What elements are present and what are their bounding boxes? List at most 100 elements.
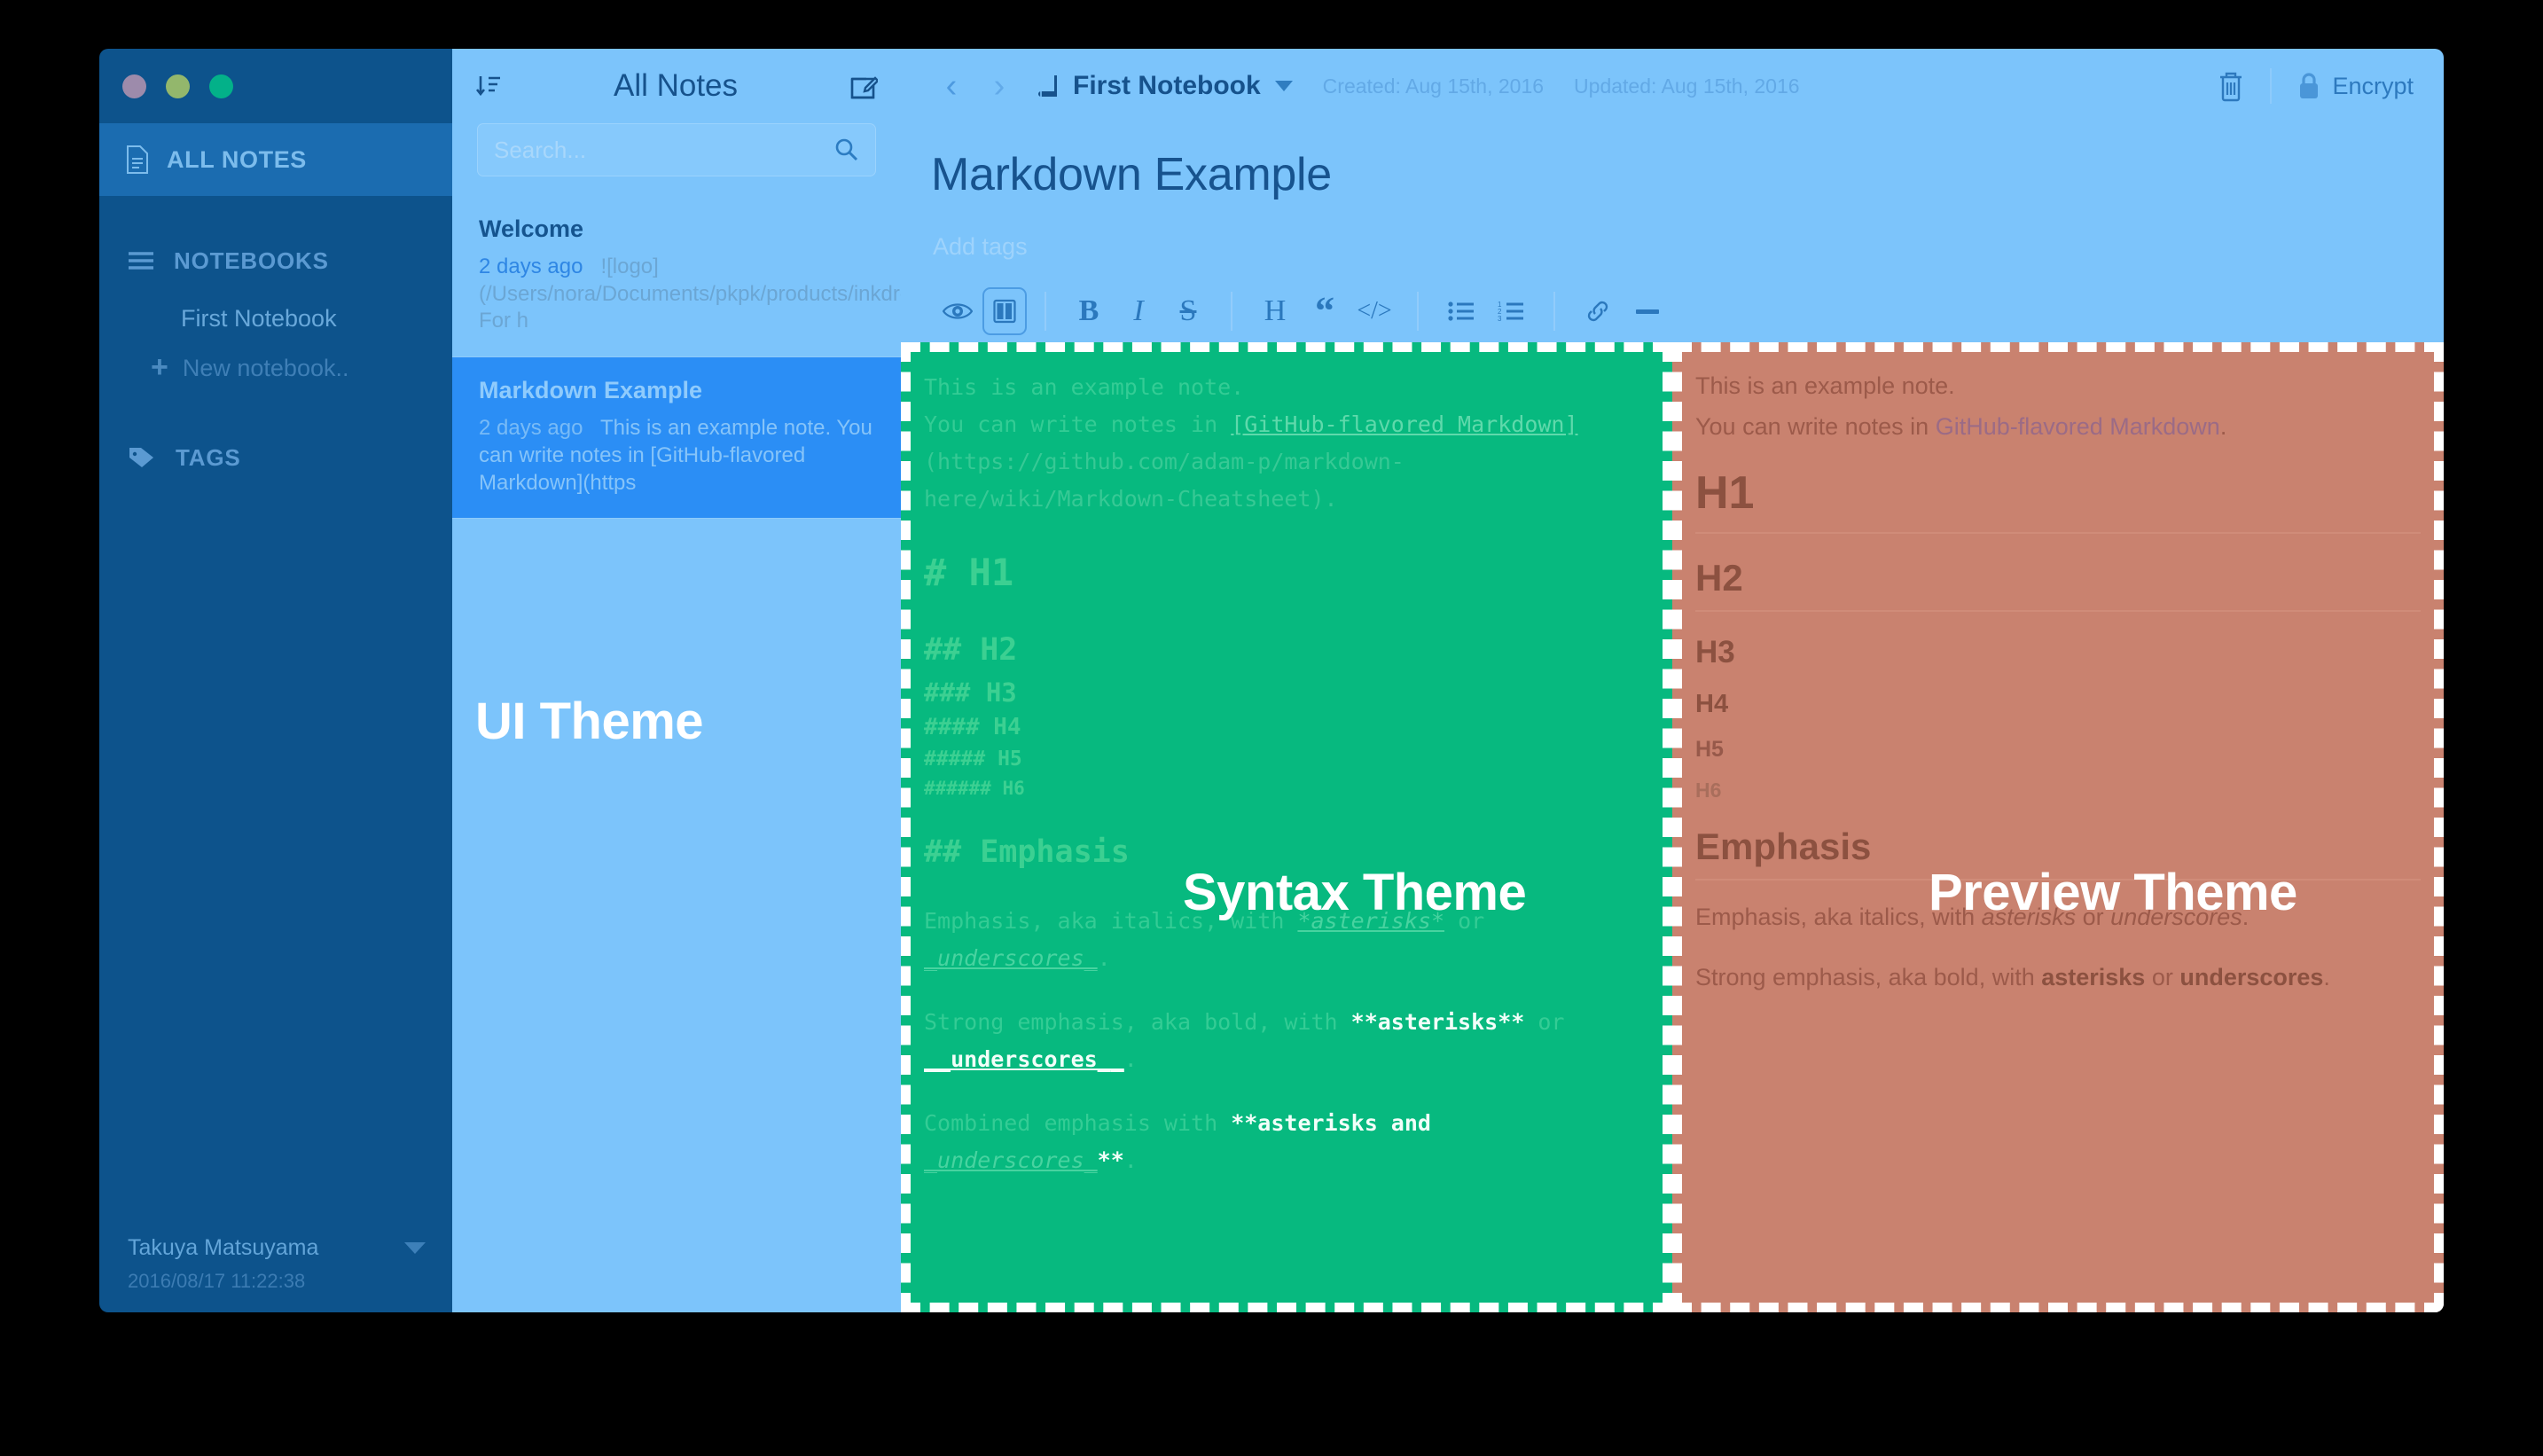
note-item-title: Markdown Example: [479, 377, 874, 404]
preview-toggle-icon[interactable]: [933, 286, 982, 336]
preview-heading-h3: H3: [1695, 635, 2421, 670]
sidebar-user-footer[interactable]: Takuya Matsuyama 2016/08/17 11:22:38: [99, 1235, 452, 1293]
list-item[interactable]: Markdown Example 2 days ago This is an e…: [452, 357, 901, 519]
chevron-down-icon[interactable]: [1275, 81, 1293, 91]
preview-heading-h6: H6: [1695, 779, 2421, 802]
horizontal-rule-icon[interactable]: [1623, 286, 1672, 336]
trash-icon[interactable]: [2217, 70, 2245, 102]
source-line: You can write notes in [GitHub-flavored …: [924, 406, 1649, 443]
forward-icon[interactable]: ›: [975, 69, 1023, 103]
markdown-toolbar: B I S H “ </> 123: [901, 261, 2444, 342]
preview-text: .: [2220, 413, 2227, 440]
tags-input[interactable]: Add tags: [901, 201, 2444, 261]
markdown-preview[interactable]: This is an example note. You can write n…: [1672, 342, 2444, 1312]
zoom-button[interactable]: [209, 74, 233, 98]
numbered-list-icon[interactable]: 123: [1486, 286, 1536, 336]
note-search-wrap: Search...: [452, 123, 901, 176]
search-icon[interactable]: [834, 137, 859, 162]
heading-icon[interactable]: H: [1250, 286, 1300, 336]
blockquote-icon[interactable]: “: [1300, 286, 1350, 336]
list-item[interactable]: Welcome 2 days ago ![logo](/Users/nora/D…: [452, 196, 901, 357]
page-title[interactable]: Markdown Example: [901, 123, 2444, 201]
source-em: _underscores_: [924, 945, 1098, 971]
source-strong: **asterisks**: [1351, 1009, 1525, 1035]
preview-heading-h2: H2: [1695, 557, 2421, 612]
minimize-button[interactable]: [166, 74, 190, 98]
tag-icon: [128, 446, 156, 469]
created-date: Created: Aug 15th, 2016: [1323, 74, 1544, 98]
sidebar-all-notes-label: ALL NOTES: [167, 146, 307, 174]
close-button[interactable]: [122, 74, 146, 98]
window-traffic-lights: [99, 49, 452, 123]
source-text: .: [1098, 945, 1111, 971]
source-text: .: [1124, 1147, 1138, 1173]
sidebar-new-notebook-label: New notebook..: [183, 355, 349, 382]
notebook-icon: [1037, 74, 1062, 98]
bullet-list-icon[interactable]: [1436, 286, 1486, 336]
preview-heading-h5: H5: [1695, 737, 2421, 763]
search-placeholder: Search...: [494, 137, 586, 164]
source-text: or: [1524, 1009, 1577, 1035]
preview-text: or: [2145, 964, 2179, 990]
source-heading-h1: # H1: [924, 544, 1649, 600]
sidebar-section-notebooks[interactable]: NOTEBOOKS: [99, 228, 452, 294]
breadcrumb-notebook-label: First Notebook: [1073, 71, 1261, 101]
sidebar-section-tags[interactable]: TAGS: [99, 425, 452, 490]
markdown-source-editor[interactable]: This is an example note. You can write n…: [901, 342, 1672, 1312]
chevron-down-icon[interactable]: [404, 1242, 426, 1254]
source-text: This is an example note.: [924, 374, 1244, 400]
preview-text: Strong emphasis, aka bold, with: [1695, 964, 2041, 990]
bold-icon[interactable]: B: [1064, 286, 1114, 336]
source-line: This is an example note.: [924, 369, 1649, 406]
encrypt-button-label[interactable]: Encrypt: [2332, 73, 2414, 100]
divider: [2270, 68, 2272, 104]
note-list-title: All Notes: [614, 68, 738, 104]
user-name: Takuya Matsuyama: [128, 1235, 318, 1261]
hamburger-icon: [128, 251, 154, 270]
note-list-panel: All Notes Search... Welcome 2 days ago !…: [452, 49, 901, 1312]
annotation-preview-theme: Preview Theme: [1929, 863, 2297, 922]
divider: [1045, 292, 1046, 331]
sidebar-item-all-notes[interactable]: ALL NOTES: [99, 123, 452, 196]
svg-text:3: 3: [1498, 315, 1502, 322]
code-icon[interactable]: </>: [1350, 286, 1399, 336]
preview-paragraph: This is an example note.: [1695, 369, 2421, 404]
breadcrumb[interactable]: First Notebook: [1037, 71, 1293, 101]
preview-heading-h1: H1: [1695, 466, 2421, 534]
lock-icon[interactable]: [2297, 72, 2321, 100]
source-link: [GitHub-flavored Markdown]: [1231, 411, 1577, 437]
italic-icon[interactable]: I: [1114, 286, 1163, 336]
split-view-icon[interactable]: [982, 287, 1027, 335]
search-input[interactable]: Search...: [477, 123, 876, 176]
user-sync-timestamp: 2016/08/17 11:22:38: [128, 1270, 426, 1293]
source-text: Combined emphasis with: [924, 1110, 1231, 1136]
link-icon[interactable]: [1573, 286, 1623, 336]
document-icon: [126, 145, 149, 174]
divider: [1231, 292, 1232, 331]
preview-link[interactable]: GitHub-flavored Markdown: [1936, 413, 2220, 440]
editor-top-right-actions: Encrypt: [2217, 68, 2414, 104]
source-text: .: [1124, 1046, 1138, 1072]
sort-icon[interactable]: [475, 73, 502, 99]
source-line: _underscores_**.: [924, 1142, 1649, 1179]
source-text: (https://github.com/adam-p/markdown-: [924, 449, 1405, 474]
strikethrough-icon[interactable]: S: [1163, 286, 1213, 336]
note-item-preview: 2 days ago ![logo](/Users/nora/Documents…: [479, 254, 874, 335]
new-note-icon[interactable]: [849, 72, 878, 100]
divider: [1417, 292, 1419, 331]
sidebar-item-first-notebook[interactable]: First Notebook: [99, 294, 452, 343]
source-heading-h6: ###### H6: [924, 775, 1649, 803]
annotation-syntax-theme: Syntax Theme: [1183, 863, 1526, 922]
source-heading-h5: ##### H5: [924, 744, 1649, 775]
app-window: ALL NOTES NOTEBOOKS First Notebook + New…: [99, 49, 2444, 1312]
sidebar: ALL NOTES NOTEBOOKS First Notebook + New…: [99, 49, 452, 1312]
note-item-title: Welcome: [479, 215, 874, 243]
preview-paragraph: You can write notes in GitHub-flavored M…: [1695, 410, 2421, 445]
sidebar-tags-label: TAGS: [176, 444, 241, 472]
preview-text: You can write notes in: [1695, 413, 1936, 440]
annotation-ui-theme: UI Theme: [475, 692, 703, 751]
source-strong: __underscores__: [924, 1046, 1124, 1072]
sidebar-new-notebook-button[interactable]: + New notebook..: [99, 343, 452, 393]
back-icon[interactable]: ‹: [927, 69, 975, 103]
source-line: Strong emphasis, aka bold, with **asteri…: [924, 1004, 1649, 1041]
